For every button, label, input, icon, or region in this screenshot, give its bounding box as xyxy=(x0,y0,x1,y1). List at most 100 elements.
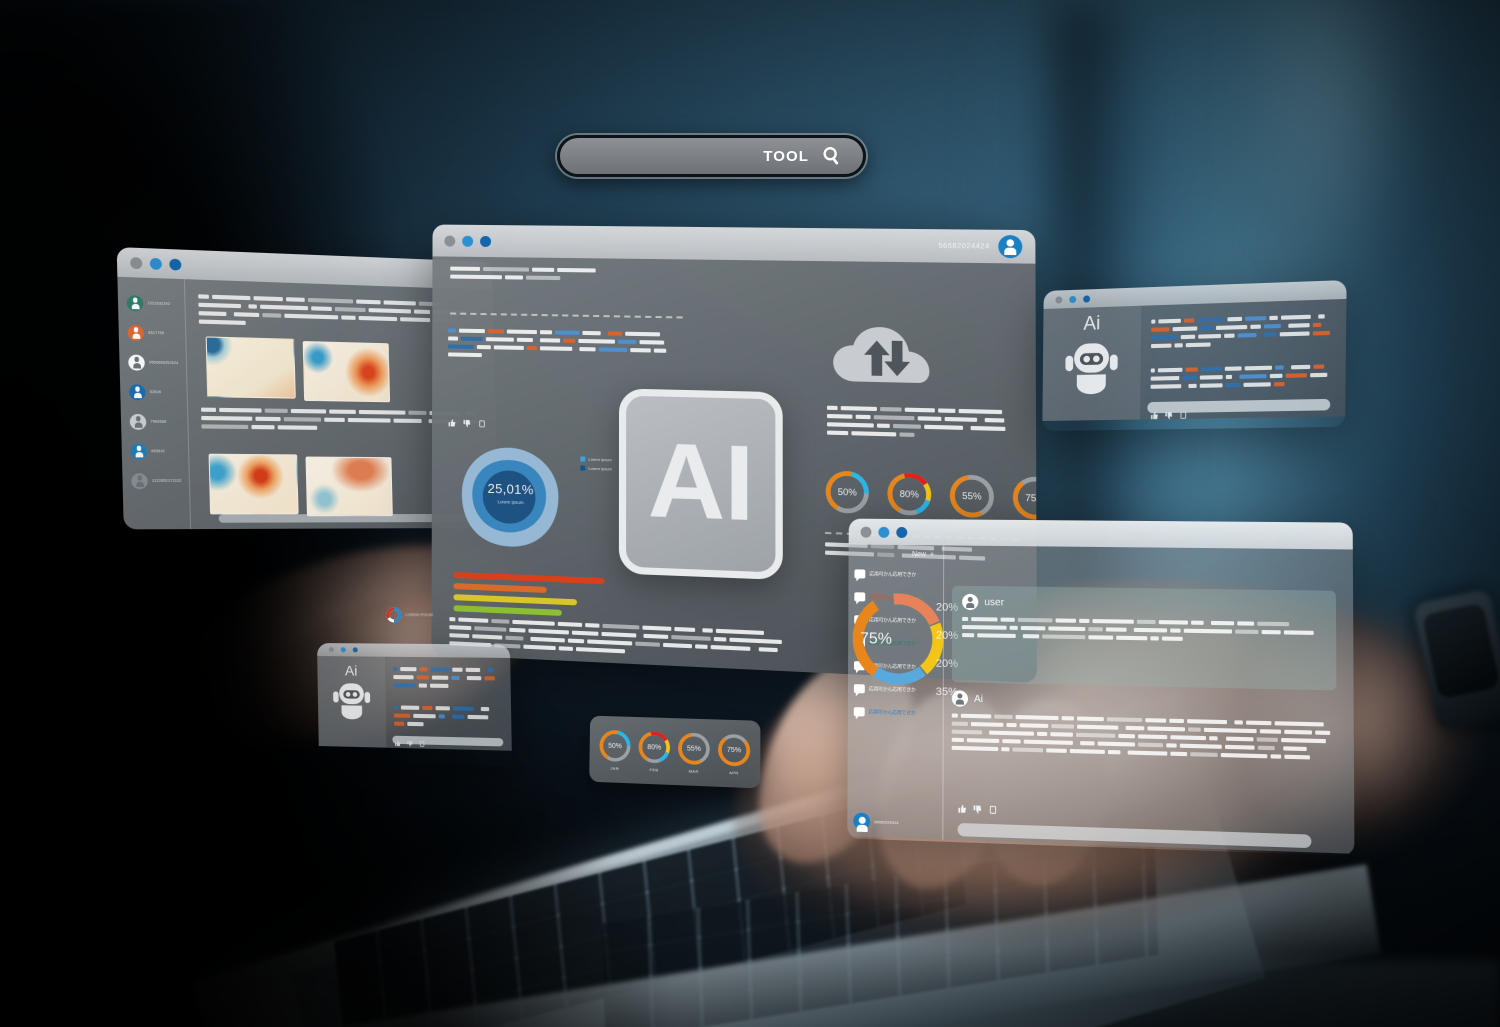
sidebar-item-user-6[interactable]: 1222652172222 xyxy=(122,466,189,496)
maximize-icon[interactable] xyxy=(1083,294,1091,303)
sidebar-user-id: 52626 xyxy=(149,389,162,395)
kpi-donut-row: 50% 80% 55% 75% xyxy=(823,468,1037,524)
maximize-icon[interactable] xyxy=(896,526,908,538)
ai-right-text-block xyxy=(826,405,1021,444)
bot-code-block-2 xyxy=(1150,364,1338,393)
heatmap-image-3 xyxy=(208,453,299,515)
thumbs-up-icon[interactable] xyxy=(958,804,968,814)
ai-reaction-row-left[interactable] xyxy=(448,418,486,428)
ai-bot-window-bottom-left[interactable]: Ai xyxy=(316,643,512,766)
gauge-donut-3: 75% xyxy=(716,731,752,768)
pie-center-value: 25,01% xyxy=(487,480,534,498)
search-icon[interactable] xyxy=(821,145,843,167)
search-bar[interactable]: TOOL xyxy=(557,135,866,177)
kpi-donut-value: 80% xyxy=(899,488,919,500)
chat-window-body: New + 応用可かん応用できか 応用可かん応用できか 応用可かん応用できか 応… xyxy=(847,544,1355,854)
legend-entry-1: Lorem ipsum xyxy=(580,465,612,472)
sidebar-item-user-0[interactable]: 1222632242 xyxy=(118,287,185,319)
account-id-label: 56682024424 xyxy=(938,242,990,251)
gauge-donut-2: 55% xyxy=(676,730,712,767)
account-avatar-icon[interactable] xyxy=(998,234,1023,259)
close-icon[interactable] xyxy=(860,526,872,538)
heatmap-image-4 xyxy=(305,456,393,517)
gauge-value: 55% xyxy=(686,744,701,753)
thumbs-down-icon[interactable] xyxy=(973,804,983,814)
gauge-month-label: FEB xyxy=(649,767,659,773)
chat-message-header: Ai xyxy=(951,690,1347,715)
kpi-donut-value: 55% xyxy=(962,490,982,502)
sidebar-user-id: 7966668 xyxy=(150,419,167,424)
maximize-icon[interactable] xyxy=(352,647,358,653)
gauge-item-1: 80% FEB xyxy=(636,729,672,773)
close-icon[interactable] xyxy=(328,647,334,653)
new-chat-button[interactable]: New + xyxy=(855,550,939,558)
reports-sidebar[interactable]: 1222632242 6517755 9566668252624 52626 7… xyxy=(117,276,192,530)
close-icon[interactable] xyxy=(130,256,143,269)
minimize-icon[interactable] xyxy=(1069,295,1077,303)
bar-3 xyxy=(453,605,562,616)
chat-message-author: Ai xyxy=(974,693,984,705)
plus-icon[interactable]: + xyxy=(930,551,934,558)
sidebar-item-user-1[interactable]: 6517755 xyxy=(118,317,185,348)
cloud-sync-icon xyxy=(833,326,930,384)
sidebar-item-user-3[interactable]: 52626 xyxy=(120,377,187,408)
user-avatar-icon xyxy=(126,294,144,311)
chat-message-header: user xyxy=(962,593,1325,616)
chat-list-item-0[interactable]: 応用可かん応用できか xyxy=(854,562,938,586)
close-icon[interactable] xyxy=(444,235,456,247)
heatmap-image-2 xyxy=(302,341,391,403)
copy-icon[interactable] xyxy=(988,805,997,815)
gauge-item-2: 55% MAR xyxy=(676,730,712,774)
chat-reaction-row[interactable] xyxy=(958,804,998,815)
minimize-icon[interactable] xyxy=(149,257,162,270)
kpi-donut-0: 50% xyxy=(823,468,872,517)
maximize-icon[interactable] xyxy=(480,235,492,247)
gauge-month-label: JAN xyxy=(610,765,620,771)
sidebar-item-user-4[interactable]: 7966668 xyxy=(121,406,188,436)
kpi-donut-3: 75% xyxy=(1010,473,1037,523)
pie-center-value-wrap: 25,01% Lorem ipsum xyxy=(475,479,547,506)
chat-window[interactable]: New + 応用可かん応用できか 応用可かん応用できか 応用可かん応用できか 応… xyxy=(847,518,1355,856)
heatmap-image-1 xyxy=(205,336,296,399)
user-avatar-icon xyxy=(128,383,146,400)
minimize-icon[interactable] xyxy=(462,235,474,247)
gauge-value: 50% xyxy=(608,742,622,750)
ai-dashed-divider xyxy=(450,312,683,319)
horizontal-bar-chart xyxy=(453,572,605,623)
account-avatar-icon[interactable] xyxy=(853,812,871,831)
floating-ring-icon xyxy=(386,607,402,623)
minimize-icon[interactable] xyxy=(878,526,890,538)
bot-code-block-1 xyxy=(1151,314,1338,352)
user-avatar-icon xyxy=(129,413,147,430)
chat-footer-account[interactable]: 56682026424 xyxy=(853,812,899,831)
bot-message-input[interactable] xyxy=(1147,398,1331,414)
pie-legend: Lorem ipsum Lorem ipsum xyxy=(580,456,612,475)
floating-ring-label: LOREM IPSUM xyxy=(405,612,434,617)
thumbs-up-icon[interactable] xyxy=(448,418,457,427)
sidebar-item-user-2[interactable]: 9566668252624 xyxy=(119,347,186,378)
chat-bubble-icon xyxy=(853,707,865,717)
new-chat-label: New xyxy=(912,551,927,559)
chat-user-text xyxy=(962,616,1325,648)
kpi-donut-2: 55% xyxy=(947,471,997,521)
gauge-item-0: 50% JAN xyxy=(597,728,633,772)
ai-bot-window-top-right[interactable]: Ai xyxy=(1042,280,1347,431)
sidebar-user-id: 653642 xyxy=(151,449,165,454)
close-icon[interactable] xyxy=(1055,295,1063,304)
chat-message-ai: Ai xyxy=(951,690,1348,764)
minimize-icon[interactable] xyxy=(340,647,346,653)
sidebar-item-user-5[interactable]: 653642 xyxy=(121,436,188,466)
ai-left-text-block xyxy=(450,266,601,285)
bar-0 xyxy=(453,572,605,585)
user-avatar-icon xyxy=(130,443,148,460)
copy-icon[interactable] xyxy=(478,419,486,428)
chat-donut-center-value: 75% xyxy=(860,630,892,648)
sidebar-user-id: 9566668252624 xyxy=(149,360,179,366)
legend-label: Lorem ipsum xyxy=(588,465,612,472)
maximize-icon[interactable] xyxy=(169,258,182,271)
user-avatar-icon xyxy=(962,593,979,611)
chat-list-item-6[interactable]: 応用可かん応用できか xyxy=(853,700,938,725)
gauge-donut-0: 50% xyxy=(597,728,633,765)
thumbs-down-icon[interactable] xyxy=(463,419,472,428)
ai-logo-badge: AI xyxy=(618,388,783,581)
